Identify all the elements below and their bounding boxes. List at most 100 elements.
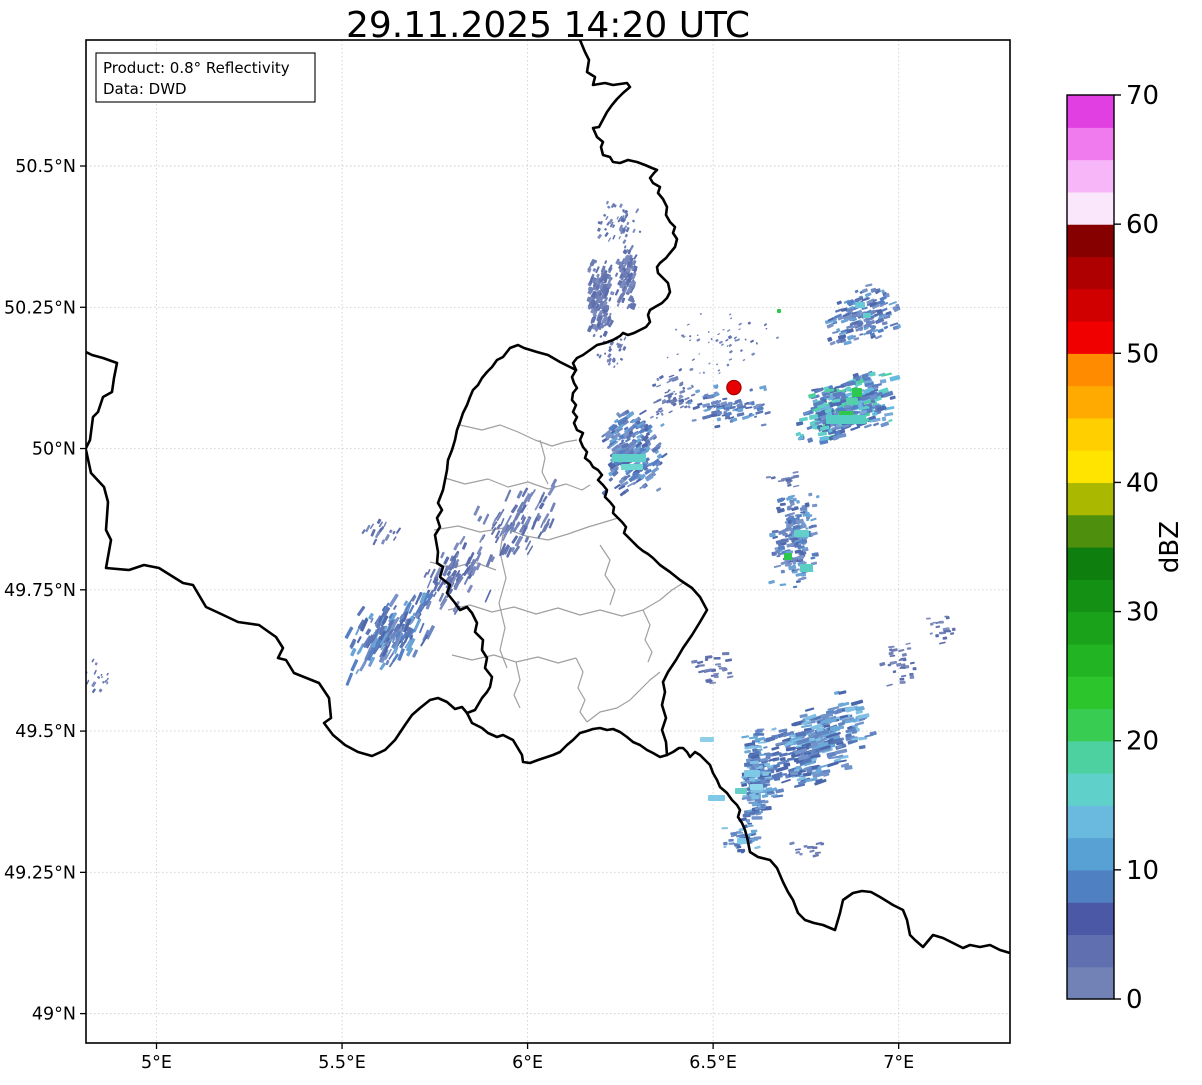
echo-streak — [719, 341, 723, 345]
echo-streak — [798, 577, 806, 582]
colorbar-segment — [1067, 644, 1114, 677]
colorbar-tick-label: 0 — [1126, 985, 1143, 1015]
echo-streak — [597, 234, 602, 240]
echo-streak — [692, 419, 697, 422]
colorbar-ticks: 010203040506070 — [1114, 81, 1159, 1015]
echo-streak — [98, 688, 102, 692]
echo-streak — [679, 390, 685, 394]
echo-streak — [722, 652, 729, 655]
echo-streak — [865, 292, 872, 297]
echo-streak — [877, 328, 884, 333]
echo-streak — [775, 550, 780, 554]
echo-streak — [396, 527, 402, 534]
echo-streak — [893, 670, 897, 673]
echo-streak — [714, 657, 721, 660]
product-info-line2: Data: DWD — [103, 80, 187, 98]
echo-streak — [726, 345, 728, 347]
echo-streak — [781, 538, 789, 543]
echo-streak — [101, 676, 103, 679]
echo-streak — [816, 495, 820, 499]
echo-streak — [739, 832, 744, 834]
echo-streak — [592, 334, 595, 338]
echo-streak — [769, 533, 776, 538]
echo-streak — [356, 648, 362, 655]
echo-streak — [792, 471, 798, 474]
echo-cluster-se-upper-scatter — [879, 642, 916, 686]
lon-tick-label: 6°E — [512, 1053, 543, 1073]
canton-border — [452, 655, 576, 663]
echo-streak — [370, 523, 375, 529]
echo-cluster-sw-dense — [344, 589, 435, 686]
echo-streak — [721, 343, 724, 346]
echo-streak — [504, 489, 511, 502]
echo-streak — [365, 525, 371, 533]
echo-streak — [818, 431, 827, 436]
lon-tick-label: 6.5°E — [689, 1053, 737, 1073]
echo-streak — [674, 393, 677, 396]
echo-streak — [500, 518, 505, 526]
echo-streak — [479, 535, 484, 544]
echo-accent — [700, 737, 714, 742]
echo-streak — [697, 403, 703, 407]
echo-streak — [477, 515, 483, 522]
echo-streak — [607, 205, 611, 209]
echo-streak — [789, 515, 794, 518]
echo-streak — [752, 816, 763, 820]
echo-cluster-central — [601, 409, 668, 496]
lat-tick-label: 50.5°N — [15, 157, 76, 177]
echo-streak — [742, 359, 745, 362]
colorbar-segment — [1067, 256, 1114, 289]
echo-streak — [714, 675, 719, 678]
echo-streak — [696, 338, 700, 342]
echo-streak — [699, 372, 701, 374]
echo-streak — [847, 335, 854, 341]
echo-streak — [652, 383, 657, 387]
echo-streak — [751, 352, 755, 356]
echo-streak — [427, 569, 431, 575]
echo-streak — [751, 795, 759, 800]
echo-streak — [881, 372, 892, 377]
echo-streak — [754, 846, 761, 850]
canton-border — [448, 583, 683, 616]
colorbar-segment — [1067, 353, 1114, 386]
echo-streak — [622, 239, 626, 244]
product-info-line1: Product: 0.8° Reflectivity — [103, 59, 290, 77]
echo-streak — [913, 667, 917, 670]
product-info-box: Product: 0.8° Reflectivity Data: DWD — [96, 53, 315, 102]
colorbar-segment — [1067, 934, 1114, 967]
echo-streak — [737, 412, 745, 417]
echo-streak — [91, 681, 96, 687]
echo-accent — [826, 415, 866, 424]
echo-streak — [393, 605, 397, 610]
echo-streak — [851, 699, 864, 706]
colorbar-segment — [1067, 386, 1114, 419]
echo-streak — [751, 402, 755, 406]
echo-streak — [748, 825, 754, 828]
echo-streak — [803, 845, 807, 848]
echo-streak — [676, 353, 679, 355]
echo-streak — [619, 338, 622, 341]
echo-streak — [881, 416, 886, 421]
echo-streak — [809, 849, 815, 852]
echo-streak — [462, 542, 468, 550]
echo-streak — [755, 751, 760, 755]
colorbar-segment — [1067, 95, 1114, 128]
colorbar-segments — [1067, 95, 1114, 1000]
echo-streak — [668, 410, 673, 413]
echo-streak — [865, 283, 873, 287]
echo-streak — [855, 290, 859, 294]
echo-streak — [710, 338, 713, 341]
echo-streak — [632, 219, 635, 222]
echo-streak — [879, 662, 885, 667]
colorbar-tick-label: 40 — [1126, 468, 1159, 498]
echo-streak — [776, 555, 780, 557]
echo-streak — [702, 414, 711, 419]
echo-streak — [827, 761, 839, 767]
echo-accent — [777, 309, 781, 313]
echo-streak — [718, 372, 721, 374]
echo-streak — [756, 342, 759, 345]
echo-streak — [859, 333, 863, 336]
echo-streak — [808, 492, 813, 496]
echo-streak — [596, 273, 600, 277]
echo-streak — [638, 230, 641, 233]
